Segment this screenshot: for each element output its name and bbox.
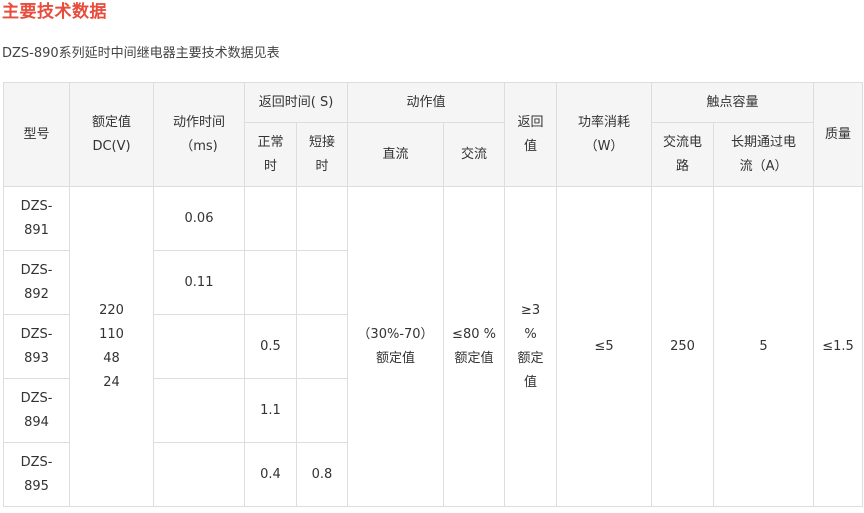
header-return-short: 短接 时: [296, 122, 348, 187]
return-normal-cell: [244, 186, 297, 251]
ac-circuit-cell: 250: [651, 186, 715, 507]
return-short-cell: [296, 250, 348, 315]
table-intro: DZS-890系列延时中间继电器主要技术数据见表: [2, 46, 280, 61]
action-time-cell: 0.06: [153, 186, 245, 251]
return-value-cell: ≥3 % 额定 值: [504, 186, 558, 507]
action-time-cell: [153, 314, 245, 379]
model-cell: DZS- 891: [3, 186, 70, 251]
header-contact-capacity: 触点容量: [651, 82, 815, 123]
model-cell: DZS- 892: [3, 250, 70, 315]
model-cell: DZS- 895: [3, 442, 70, 507]
header-return-time: 返回时间( S): [244, 82, 348, 123]
header-action-time: 动作时间 （ms): [153, 82, 245, 187]
long-current-cell: 5: [713, 186, 815, 507]
model-cell: DZS- 893: [3, 314, 70, 379]
return-normal-cell: 1.1: [244, 378, 297, 443]
spec-table: 型号 额定值 DC(V) 动作时间 （ms) 返回时间( S) 动作值 返回 值…: [3, 82, 864, 507]
return-short-cell: [296, 378, 348, 443]
header-action-value: 动作值: [346, 82, 506, 123]
weight-cell: ≤1.5: [813, 186, 864, 507]
ac-action-cell: ≤80 % 额定值: [442, 186, 506, 507]
dc-action-cell: （30%-70） 额定值: [347, 186, 444, 507]
return-short-cell: 0.8: [296, 442, 348, 507]
return-normal-cell: 0.5: [244, 314, 297, 379]
header-return-value: 返回 值: [504, 82, 558, 187]
header-ac: 交流: [442, 122, 506, 187]
return-short-cell: [296, 314, 348, 379]
table-row: DZS- 891 220 110 48 24 0.06 （30%-70） 额定值…: [3, 186, 864, 507]
page-title: 主要技术数据: [2, 2, 107, 22]
header-long-current: 长期通过电 流（A）: [713, 122, 815, 187]
power-cell: ≤5: [556, 186, 653, 507]
header-model: 型号: [3, 82, 70, 187]
rated-value-cell: 220 110 48 24: [69, 186, 154, 507]
header-rated-value: 额定值 DC(V): [69, 82, 154, 187]
action-time-cell: [153, 378, 245, 443]
header-dc: 直流: [347, 122, 444, 187]
return-normal-cell: 0.4: [244, 442, 297, 507]
return-normal-cell: [244, 250, 297, 315]
action-time-cell: 0.11: [153, 250, 245, 315]
return-short-cell: [296, 186, 348, 251]
model-cell: DZS- 894: [3, 378, 70, 443]
header-power: 功率消耗 （W）: [556, 82, 653, 187]
header-ac-circuit: 交流电 路: [651, 122, 715, 187]
header-return-normal: 正常 时: [244, 122, 297, 187]
action-time-cell: [153, 442, 245, 507]
header-weight: 质量: [813, 82, 864, 187]
